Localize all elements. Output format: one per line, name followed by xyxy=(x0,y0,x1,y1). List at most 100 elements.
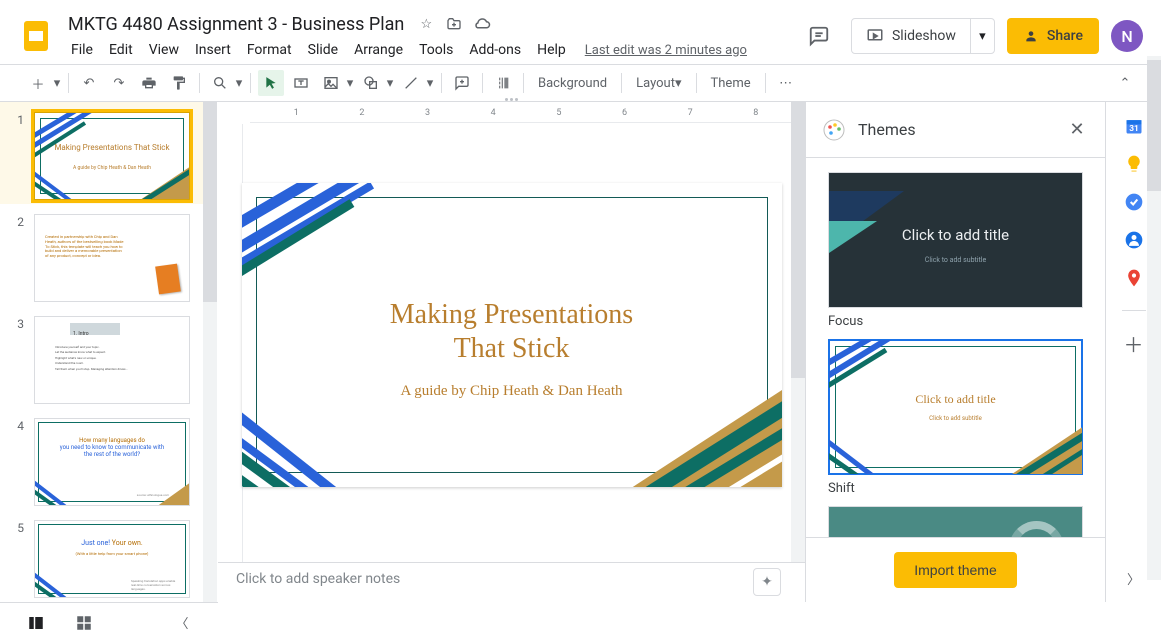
theme-preview-sub: Click to add subtitle xyxy=(925,256,986,264)
explore-button[interactable]: ✦ xyxy=(753,568,781,596)
thumb-row-5: 5 Just one! Your own. (With a little hel… xyxy=(0,510,217,602)
theme-preview-shift[interactable]: Click to add title Click to add subtitle xyxy=(828,339,1083,475)
themes-body[interactable]: Click to add title Click to add subtitle… xyxy=(806,158,1105,537)
filmstrip-scrollbar[interactable] xyxy=(203,102,217,602)
select-tool[interactable] xyxy=(258,70,284,96)
theme-name: Shift xyxy=(828,481,1083,496)
slide-thumb-4[interactable]: How many languages doyou need to know to… xyxy=(34,418,190,506)
comments-button[interactable] xyxy=(799,16,839,56)
slide-thumb-2[interactable]: Created in partnership with Chip and Dan… xyxy=(34,214,190,302)
canvas-area: 12345678 xyxy=(218,102,805,602)
decoration-bl xyxy=(242,392,377,487)
add-addon-button[interactable]: ＋ xyxy=(1124,333,1144,353)
maps-icon[interactable] xyxy=(1124,268,1144,288)
slide-subtitle[interactable]: A guide by Chip Heath & Dan Heath xyxy=(242,383,782,400)
slide-num: 4 xyxy=(10,418,24,506)
menu-slide[interactable]: Slide xyxy=(301,40,345,60)
palette-icon xyxy=(822,118,846,142)
menu-insert[interactable]: Insert xyxy=(188,40,238,60)
zoom-dropdown[interactable]: ▾ xyxy=(234,76,244,91)
theme-preview-focus[interactable]: Click to add title Click to add subtitle xyxy=(828,172,1083,308)
menu-addons[interactable]: Add-ons xyxy=(462,40,528,60)
shape-dropdown[interactable]: ▾ xyxy=(385,76,395,91)
slideshow-button[interactable]: Slideshow xyxy=(852,19,970,53)
line-tool[interactable] xyxy=(398,70,424,96)
move-icon[interactable] xyxy=(444,14,464,34)
collapse-filmstrip-button[interactable]: 〈 xyxy=(170,611,194,635)
slide-num: 2 xyxy=(10,214,24,302)
star-icon[interactable]: ☆ xyxy=(416,14,436,34)
new-slide-dropdown[interactable]: ▾ xyxy=(52,76,62,91)
line-dropdown[interactable]: ▾ xyxy=(425,76,435,91)
menu-arrange[interactable]: Arrange xyxy=(347,40,410,60)
themes-scrollbar[interactable] xyxy=(1147,56,1161,580)
share-button[interactable]: Share xyxy=(1007,18,1099,54)
canvas-scroll[interactable]: 12345678 xyxy=(218,102,805,562)
notes-resize-handle[interactable] xyxy=(497,98,527,102)
doc-title[interactable]: MKTG 4480 Assignment 3 - Business Plan xyxy=(64,13,408,36)
new-slide-button[interactable]: ＋ xyxy=(25,70,51,96)
menu-help[interactable]: Help xyxy=(530,40,573,60)
theme-button[interactable]: Theme xyxy=(703,70,759,96)
thumb-row-1: 1 Making Presentations That Stick A guid… xyxy=(0,102,217,204)
slide-thumb-1[interactable]: Making Presentations That Stick A guide … xyxy=(34,112,190,200)
slideshow-button-group: Slideshow ▾ xyxy=(851,18,995,54)
tasks-icon[interactable] xyxy=(1124,192,1144,212)
slideshow-dropdown[interactable]: ▾ xyxy=(970,19,994,53)
zoom-button[interactable] xyxy=(207,70,233,96)
sep xyxy=(441,73,442,93)
thumb-title: Making Presentations That Stick xyxy=(35,143,189,152)
undo-button[interactable]: ↶ xyxy=(76,70,102,96)
menu-format[interactable]: Format xyxy=(240,40,299,60)
transition-button[interactable] xyxy=(490,70,516,96)
collapse-toolbar-button[interactable]: ⌃ xyxy=(1112,70,1138,96)
menu-file[interactable]: File xyxy=(64,40,100,60)
more-tools-button[interactable]: ⋯ xyxy=(773,70,799,96)
decoration-tl xyxy=(242,183,422,293)
slide-canvas[interactable]: Making Presentations That Stick A guide … xyxy=(242,183,782,487)
menu-tools[interactable]: Tools xyxy=(412,40,460,60)
image-dropdown[interactable]: ▾ xyxy=(345,76,355,91)
cloud-icon[interactable] xyxy=(472,14,492,34)
calendar-icon[interactable]: 31 xyxy=(1124,116,1144,136)
contacts-icon[interactable] xyxy=(1124,230,1144,250)
theme-preview-momentum[interactable]: Click to add title Click to add subtitle xyxy=(828,506,1083,537)
import-theme-button[interactable]: Import theme xyxy=(894,552,1016,588)
keep-icon[interactable] xyxy=(1124,154,1144,174)
theme-card-shift: Click to add title Click to add subtitle… xyxy=(828,339,1083,496)
collapse-rail-button[interactable]: 〉 xyxy=(1127,569,1140,588)
close-themes-button[interactable]: ✕ xyxy=(1065,118,1089,142)
sep xyxy=(199,73,200,93)
grid-view-button[interactable] xyxy=(72,611,96,635)
canvas-scrollbar[interactable] xyxy=(791,102,805,562)
sep xyxy=(621,73,622,93)
filmstrip[interactable]: 1 Making Presentations That Stick A guid… xyxy=(0,102,218,602)
background-button[interactable]: Background xyxy=(530,70,615,96)
print-button[interactable] xyxy=(136,70,162,96)
paint-format-button[interactable] xyxy=(166,70,192,96)
last-edit-link[interactable]: Last edit was 2 minutes ago xyxy=(585,43,747,58)
filmstrip-view-button[interactable] xyxy=(24,611,48,635)
slide-thumb-3[interactable]: 1. Intro Introduce yourself and your top… xyxy=(34,316,190,404)
shape-tool[interactable] xyxy=(358,70,384,96)
svg-text:31: 31 xyxy=(1129,124,1139,134)
notes-placeholder: Click to add speaker notes xyxy=(236,571,400,587)
theme-card-momentum: Click to add title Click to add subtitle xyxy=(828,506,1083,537)
slides-logo[interactable] xyxy=(16,16,56,56)
redo-button[interactable]: ↷ xyxy=(106,70,132,96)
speaker-notes[interactable]: Click to add speaker notes ✦ xyxy=(218,562,805,602)
slide-title[interactable]: Making Presentations That Stick xyxy=(242,298,782,365)
textbox-tool[interactable] xyxy=(288,70,314,96)
sep xyxy=(250,73,251,93)
rail-sep xyxy=(1122,310,1146,311)
image-tool[interactable] xyxy=(318,70,344,96)
thumb-row-3: 3 1. Intro Introduce yourself and your t… xyxy=(0,306,217,408)
account-avatar[interactable]: N xyxy=(1111,20,1143,52)
layout-button[interactable]: Layout ▾ xyxy=(628,70,689,96)
comment-button[interactable] xyxy=(449,70,475,96)
slide-thumb-5[interactable]: Just one! Your own. (With a little help … xyxy=(34,520,190,598)
menu-edit[interactable]: Edit xyxy=(102,40,140,60)
themes-footer: Import theme xyxy=(806,537,1105,602)
menu-view[interactable]: View xyxy=(142,40,186,60)
filmstrip-footer: 〈 xyxy=(0,602,218,642)
